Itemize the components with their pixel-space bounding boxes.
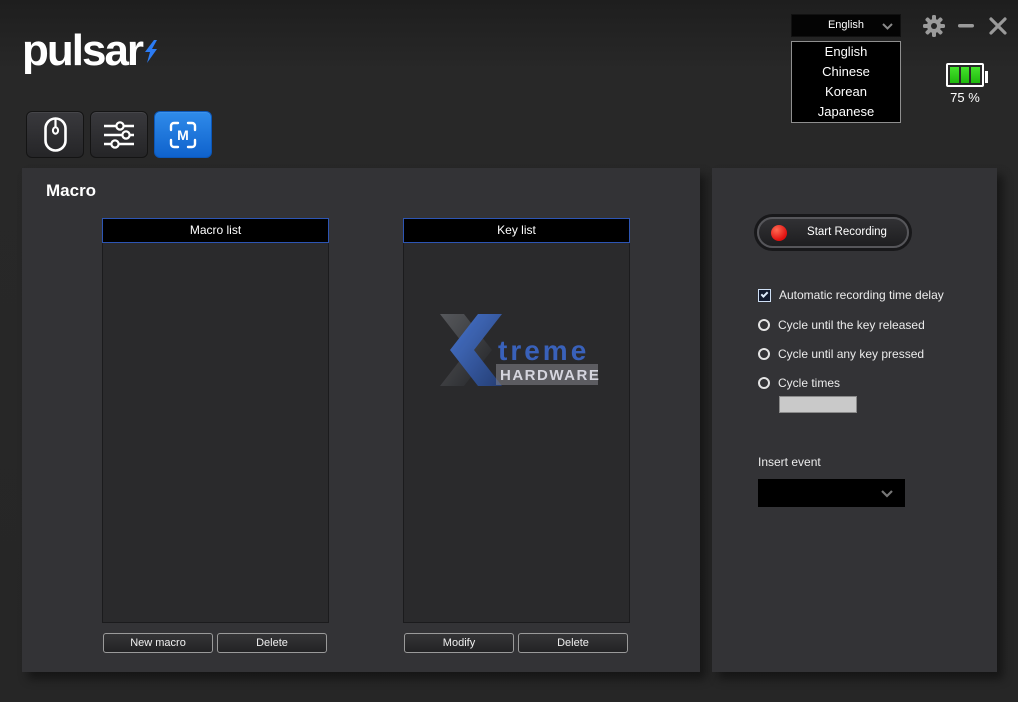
key-list-header: Key list [403,218,630,243]
start-recording-button[interactable]: Start Recording [757,217,909,248]
cycle-until-pressed-row: Cycle until any key pressed [758,347,924,361]
start-recording-label: Start Recording [795,219,899,246]
settings-button[interactable] [922,13,946,39]
cycle-until-pressed-radio[interactable] [758,348,770,360]
battery-bar [950,67,959,83]
macro-brackets-icon: M [166,118,200,152]
delete-key-button[interactable]: Delete [518,633,628,653]
sliders-icon [101,119,137,151]
pulsar-logo-text: pulsar [22,26,142,76]
auto-delay-label[interactable]: Automatic recording time delay [779,288,944,302]
cycle-times-row: Cycle times [758,376,840,390]
pulsar-logo: pulsar [22,26,160,76]
minimize-icon [957,23,975,29]
insert-event-label: Insert event [758,455,821,469]
checkmark-icon [761,290,769,298]
tab-settings[interactable] [90,111,148,158]
window-controls [922,13,1010,39]
battery-icon [946,63,984,87]
minimize-button[interactable] [954,13,978,39]
page-title: Macro [46,181,96,201]
svg-text:HARDWARE: HARDWARE [500,367,600,384]
language-option-japanese[interactable]: Japanese [792,102,900,122]
app-window: pulsar English English Chinese Korean Ja… [0,0,1018,702]
tab-mouse[interactable] [26,111,84,158]
svg-text:treme: treme [498,335,589,366]
language-option-english[interactable]: English [792,42,900,62]
modify-key-button[interactable]: Modify [404,633,514,653]
language-select-value: English [828,19,864,31]
battery-terminal [985,71,988,83]
macro-list-header: Macro list [102,218,329,243]
gear-icon [922,14,946,38]
auto-delay-row: Automatic recording time delay [758,288,944,302]
macro-panel: Macro Macro list Key list treme HAR [22,168,700,672]
cycle-until-released-radio[interactable] [758,319,770,331]
recording-panel: Start Recording Automatic recording time… [712,168,997,672]
record-dot-icon [771,225,787,241]
macro-tab-letter: M [166,127,200,143]
cycle-times-input[interactable] [779,396,857,413]
new-macro-button[interactable]: New macro [103,633,213,653]
cycle-until-pressed-label[interactable]: Cycle until any key pressed [778,347,924,361]
battery-percent-label: 75 % [938,90,992,105]
cycle-times-label[interactable]: Cycle times [778,376,840,390]
language-option-chinese[interactable]: Chinese [792,62,900,82]
xtreme-hardware-watermark: treme HARDWARE [426,311,606,391]
insert-event-select[interactable] [758,479,905,507]
key-list[interactable]: treme HARDWARE [403,243,630,623]
cycle-times-radio[interactable] [758,377,770,389]
language-select[interactable]: English [791,14,901,37]
tab-macro[interactable]: M [154,111,212,158]
close-icon [988,16,1008,36]
close-button[interactable] [986,13,1010,39]
cycle-until-released-label[interactable]: Cycle until the key released [778,318,925,332]
language-option-korean[interactable]: Korean [792,82,900,102]
pulsar-spark-icon [144,40,160,64]
language-menu: English Chinese Korean Japanese [791,41,901,123]
macro-list[interactable] [102,243,329,623]
chevron-down-icon [882,23,893,30]
battery-bar [961,67,970,83]
battery-bar [971,67,980,83]
mouse-icon [42,116,69,153]
delete-macro-button[interactable]: Delete [217,633,327,653]
tab-bar: M [26,111,212,158]
auto-delay-checkbox[interactable] [758,289,771,302]
chevron-down-icon [881,490,893,498]
cycle-until-released-row: Cycle until the key released [758,318,925,332]
